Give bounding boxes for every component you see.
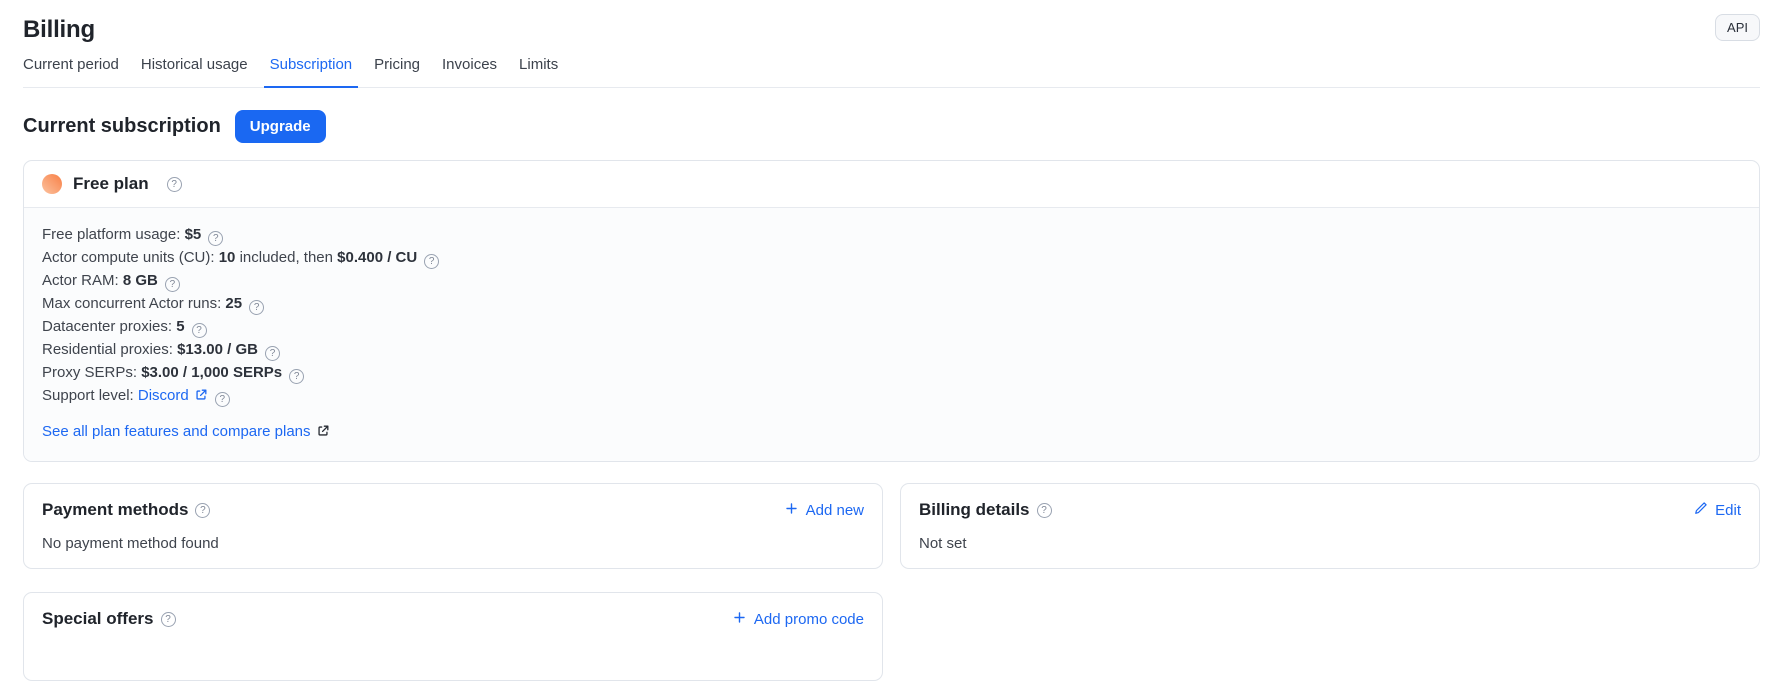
billing-details-empty-text: Not set: [919, 535, 1741, 552]
payment-methods-title: Payment methods: [42, 500, 188, 520]
add-payment-method-label: Add new: [806, 502, 864, 519]
help-icon[interactable]: ?: [265, 346, 280, 361]
add-payment-method-button[interactable]: Add new: [784, 501, 864, 520]
plan-feature-value: $13.00 / GB: [177, 341, 258, 358]
plan-feature: Actor RAM: 8 GB?: [42, 269, 1741, 292]
upgrade-button[interactable]: Upgrade: [235, 110, 326, 143]
tab-historical-usage[interactable]: Historical usage: [135, 56, 254, 88]
billing-details-card: Billing details ? Edit Not set: [900, 483, 1760, 569]
payment-methods-card: Payment methods ? Add new No payment met…: [23, 483, 883, 569]
plan-title: Free plan: [73, 174, 149, 194]
help-icon[interactable]: ?: [1037, 503, 1052, 518]
plus-icon: [732, 610, 747, 629]
external-link-icon: [316, 424, 330, 444]
page-title: Billing: [23, 16, 95, 44]
special-offers-title: Special offers: [42, 609, 154, 629]
pencil-icon: [1694, 501, 1708, 519]
current-subscription-section-header: Current subscription Upgrade: [23, 110, 1760, 143]
special-offers-card: Special offers ? Add promo code: [23, 592, 883, 681]
help-icon[interactable]: ?: [167, 177, 182, 192]
compare-plans-link[interactable]: See all plan features and compare plans: [42, 423, 311, 440]
help-icon[interactable]: ?: [165, 277, 180, 292]
plan-feature-value: $0.400 / CU: [337, 249, 417, 266]
help-icon[interactable]: ?: [215, 392, 230, 407]
add-promo-code-button[interactable]: Add promo code: [732, 610, 864, 629]
discord-link[interactable]: Discord: [138, 387, 189, 404]
plan-feature-label: Actor compute units (CU):: [42, 249, 219, 266]
help-icon[interactable]: ?: [192, 323, 207, 338]
plan-card: Free plan ? Free platform usage: $5?Acto…: [23, 160, 1760, 462]
edit-billing-details-button[interactable]: Edit: [1694, 501, 1741, 519]
tab-pricing[interactable]: Pricing: [368, 56, 426, 88]
plan-feature: Free platform usage: $5?: [42, 223, 1741, 246]
plan-feature: Proxy SERPs: $3.00 / 1,000 SERPs?: [42, 361, 1741, 384]
plan-feature-value: 25: [225, 295, 242, 312]
special-offers-header: Special offers ? Add promo code: [42, 609, 864, 629]
billing-details-header: Billing details ? Edit: [919, 500, 1741, 520]
plan-feature-value: 10: [219, 249, 236, 266]
edit-billing-details-label: Edit: [1715, 502, 1741, 519]
help-icon[interactable]: ?: [424, 254, 439, 269]
help-icon[interactable]: ?: [195, 503, 210, 518]
plan-feature: Residential proxies: $13.00 / GB?: [42, 338, 1741, 361]
plan-feature: Actor compute units (CU): 10 included, t…: [42, 246, 1741, 269]
help-icon[interactable]: ?: [249, 300, 264, 315]
tab-invoices[interactable]: Invoices: [436, 56, 503, 88]
free-plan-icon: [42, 174, 62, 194]
payment-methods-empty-text: No payment method found: [42, 535, 864, 552]
plan-feature: Datacenter proxies: 5?: [42, 315, 1741, 338]
tab-subscription[interactable]: Subscription: [264, 56, 359, 88]
compare-plans-row: See all plan features and compare plans: [42, 422, 1741, 444]
section-title: Current subscription: [23, 115, 221, 138]
add-promo-code-label: Add promo code: [754, 611, 864, 628]
plan-feature-label: Support level:: [42, 387, 138, 404]
help-icon[interactable]: ?: [161, 612, 176, 627]
plus-icon: [784, 501, 799, 520]
billing-cards-grid: Payment methods ? Add new No payment met…: [23, 483, 1760, 681]
plan-feature-value: $3.00 / 1,000 SERPs: [141, 364, 282, 381]
billing-tabs: Current periodHistorical usageSubscripti…: [23, 56, 1760, 88]
help-icon[interactable]: ?: [289, 369, 304, 384]
plan-feature-label: Actor RAM:: [42, 272, 123, 289]
plan-feature: Max concurrent Actor runs: 25?: [42, 292, 1741, 315]
plan-features-list: Free platform usage: $5?Actor compute un…: [24, 207, 1759, 461]
payment-methods-header: Payment methods ? Add new: [42, 500, 864, 520]
help-icon[interactable]: ?: [208, 231, 223, 246]
plan-card-header: Free plan ?: [24, 161, 1759, 207]
plan-feature-value: 5: [176, 318, 184, 335]
page-header: Billing API: [23, 14, 1760, 44]
api-button[interactable]: API: [1715, 14, 1760, 41]
tab-current-period[interactable]: Current period: [17, 56, 125, 88]
plan-feature-label: Datacenter proxies:: [42, 318, 176, 335]
billing-details-title: Billing details: [919, 500, 1030, 520]
billing-page: Billing API Current periodHistorical usa…: [0, 0, 1780, 681]
plan-feature-value: 8 GB: [123, 272, 158, 289]
tab-limits[interactable]: Limits: [513, 56, 564, 88]
plan-feature-label: Residential proxies:: [42, 341, 177, 358]
plan-feature-text: included, then: [235, 249, 337, 266]
external-link-icon: [194, 386, 208, 409]
plan-feature-label: Max concurrent Actor runs:: [42, 295, 225, 312]
plan-feature-label: Free platform usage:: [42, 226, 185, 243]
plan-feature-label: Proxy SERPs:: [42, 364, 141, 381]
plan-feature-value: $5: [185, 226, 202, 243]
